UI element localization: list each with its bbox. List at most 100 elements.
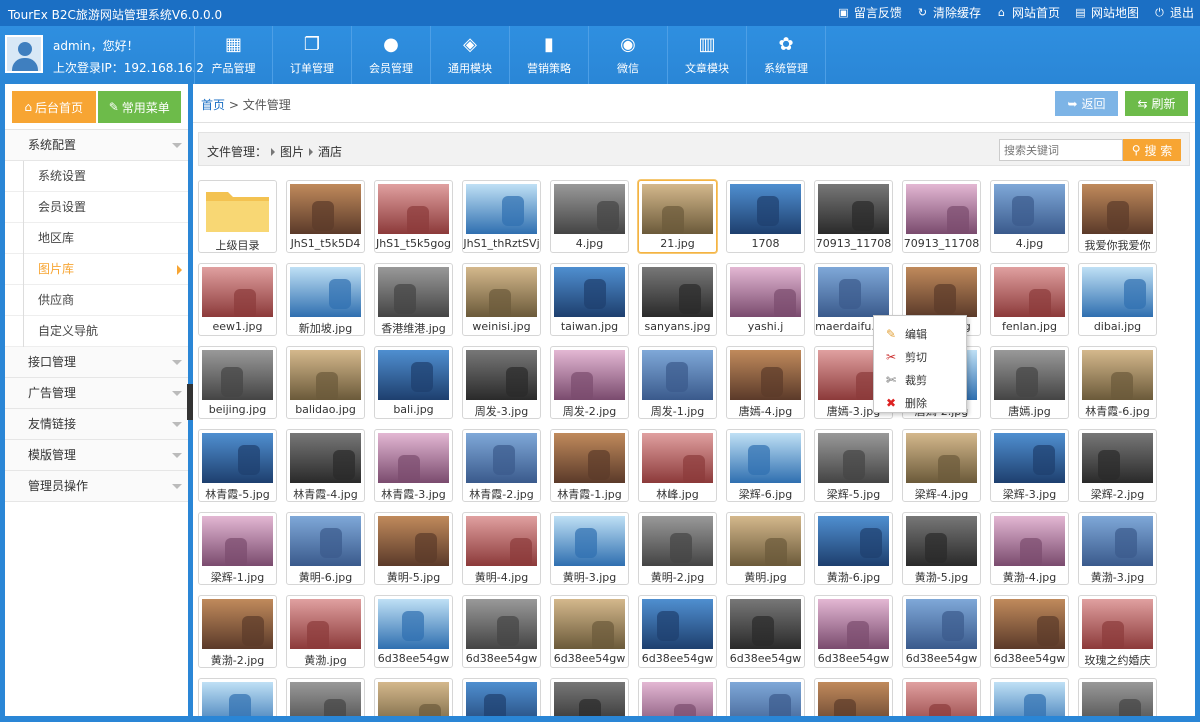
image-tile[interactable]: 黄渤-2.jpg <box>198 595 277 668</box>
image-tile[interactable]: 70913_11708 <box>902 180 981 253</box>
site-home-link[interactable]: ⌂ 网站首页 <box>995 4 1060 21</box>
image-tile[interactable]: 林峰.jpg <box>638 429 717 502</box>
image-tile[interactable]: 唐嫣.jpg <box>990 346 1069 419</box>
image-tile[interactable]: 玫瑰之约婚庆 <box>1078 595 1157 668</box>
image-tile[interactable]: 梁辉-1.jpg <box>198 512 277 585</box>
common-menu-button[interactable]: ✎ 常用菜单 <box>97 91 181 123</box>
image-tile[interactable]: JhS1_thRztSVj <box>462 180 541 253</box>
image-tile[interactable]: 黄渤-4.jpg <box>990 512 1069 585</box>
menu-ads[interactable]: 广告管理 <box>5 378 188 409</box>
image-tile[interactable] <box>198 678 277 716</box>
image-tile[interactable]: 林青霞-1.jpg <box>550 429 629 502</box>
path-segment[interactable]: 酒店 <box>318 143 342 160</box>
menu-templates[interactable]: 模版管理 <box>5 440 188 471</box>
image-tile[interactable]: eew1.jpg <box>198 263 277 336</box>
image-tile[interactable]: yashi.j <box>726 263 805 336</box>
nav-common[interactable]: ◈ 通用模块 <box>431 26 510 84</box>
image-tile[interactable]: 黄渤-3.jpg <box>1078 512 1157 585</box>
image-tile[interactable]: fenlan.jpg <box>990 263 1069 336</box>
image-tile[interactable]: 唐嫣-4.jpg <box>726 346 805 419</box>
image-tile[interactable]: 新加坡.jpg <box>286 263 365 336</box>
image-tile[interactable]: 林青霞-2.jpg <box>462 429 541 502</box>
image-tile[interactable]: 4.jpg <box>990 180 1069 253</box>
image-tile[interactable]: 6d38ee54gw <box>374 595 453 668</box>
image-tile[interactable]: 梁辉-2.jpg <box>1078 429 1157 502</box>
breadcrumb-home[interactable]: 首页 <box>201 98 225 112</box>
image-tile[interactable] <box>286 678 365 716</box>
sidebar-item-system-settings[interactable]: 系统设置 <box>5 161 188 192</box>
search-button[interactable]: ⚲ 搜 索 <box>1123 139 1181 161</box>
image-tile[interactable] <box>990 678 1069 716</box>
admin-home-button[interactable]: ⌂ 后台首页 <box>12 91 96 123</box>
nav-order[interactable]: ❐ 订单管理 <box>273 26 352 84</box>
image-tile[interactable]: 黄渤.jpg <box>286 595 365 668</box>
refresh-button[interactable]: ⇆ 刷新 <box>1125 91 1188 116</box>
nav-system[interactable]: ✿ 系统管理 <box>747 26 826 84</box>
image-tile[interactable]: 6d38ee54gw <box>990 595 1069 668</box>
image-tile[interactable]: 林青霞-5.jpg <box>198 429 277 502</box>
sidebar-item-supplier[interactable]: 供应商 <box>5 285 188 316</box>
context-crop[interactable]: ✄ 裁剪 <box>874 368 966 391</box>
image-tile[interactable]: 6d38ee54gw <box>550 595 629 668</box>
image-tile[interactable]: 6d38ee54gw <box>462 595 541 668</box>
image-tile[interactable]: 梁辉-4.jpg <box>902 429 981 502</box>
menu-links[interactable]: 友情链接 <box>5 409 188 440</box>
site-map-link[interactable]: ▤ 网站地图 <box>1074 4 1139 21</box>
image-tile[interactable]: 黄明-6.jpg <box>286 512 365 585</box>
image-tile[interactable]: 林青霞-3.jpg <box>374 429 453 502</box>
image-tile[interactable]: 4.jpg <box>550 180 629 253</box>
image-tile[interactable]: 周发-2.jpg <box>550 346 629 419</box>
image-tile[interactable]: beijing.jpg <box>198 346 277 419</box>
sidebar-item-region[interactable]: 地区库 <box>5 223 188 254</box>
image-tile[interactable]: bali.jpg <box>374 346 453 419</box>
menu-interface[interactable]: 接口管理 <box>5 347 188 378</box>
image-tile[interactable]: weinisi.jpg <box>462 263 541 336</box>
logout-link[interactable]: ⏻ 退出 <box>1153 4 1194 21</box>
menu-system-config[interactable]: 系统配置 <box>5 130 188 161</box>
clear-cache-link[interactable]: ↻ 清除缓存 <box>916 4 981 21</box>
back-button[interactable]: ➥ 返回 <box>1055 91 1118 116</box>
image-tile[interactable]: 林青霞-4.jpg <box>286 429 365 502</box>
image-tile[interactable]: JhS1_t5k5D4 <box>286 180 365 253</box>
image-tile[interactable]: taiwan.jpg <box>550 263 629 336</box>
image-tile[interactable]: 黄明-3.jpg <box>550 512 629 585</box>
image-tile[interactable]: 香港维港.jpg <box>374 263 453 336</box>
nav-article[interactable]: ▥ 文章模块 <box>668 26 747 84</box>
image-tile[interactable] <box>462 678 541 716</box>
context-delete[interactable]: ✖ 删除 <box>874 391 966 414</box>
image-tile[interactable]: 黄明.jpg <box>726 512 805 585</box>
image-tile[interactable]: dibai.jpg <box>1078 263 1157 336</box>
image-tile[interactable]: 梁辉-6.jpg <box>726 429 805 502</box>
image-tile[interactable]: 6d38ee54gw <box>902 595 981 668</box>
feedback-link[interactable]: ▣ 留言反馈 <box>837 4 902 21</box>
context-edit[interactable]: ✎ 编辑 <box>874 322 966 345</box>
image-tile[interactable]: 黄渤-5.jpg <box>902 512 981 585</box>
image-tile[interactable]: 1708 <box>726 180 805 253</box>
path-segment[interactable]: 图片 <box>280 143 304 160</box>
image-tile[interactable]: 林青霞-6.jpg <box>1078 346 1157 419</box>
image-tile[interactable]: 21.jpg <box>638 180 717 253</box>
image-tile[interactable]: balidao.jpg <box>286 346 365 419</box>
image-tile[interactable]: 6d38ee54gw <box>814 595 893 668</box>
sidebar-item-custom-nav[interactable]: 自定义导航 <box>5 316 188 347</box>
image-tile[interactable]: 梁辉-3.jpg <box>990 429 1069 502</box>
image-tile[interactable]: 梁辉-5.jpg <box>814 429 893 502</box>
image-tile[interactable] <box>638 678 717 716</box>
nav-marketing[interactable]: ▮ 营销策略 <box>510 26 589 84</box>
nav-wechat[interactable]: ◉ 微信 <box>589 26 668 84</box>
image-tile[interactable]: 黄渤-6.jpg <box>814 512 893 585</box>
image-tile[interactable] <box>550 678 629 716</box>
sidebar-item-image-library[interactable]: 图片库 <box>5 254 188 285</box>
image-tile[interactable]: sanyans.jpg <box>638 263 717 336</box>
image-tile[interactable]: 我爱你我爱你 <box>1078 180 1157 253</box>
image-tile[interactable] <box>374 678 453 716</box>
nav-member[interactable]: ● 会员管理 <box>352 26 431 84</box>
search-input[interactable] <box>999 139 1123 161</box>
image-tile[interactable] <box>726 678 805 716</box>
image-tile[interactable]: JhS1_t5k5gog <box>374 180 453 253</box>
image-tile[interactable] <box>902 678 981 716</box>
image-tile[interactable]: 黄明-4.jpg <box>462 512 541 585</box>
image-tile[interactable]: 6d38ee54gw <box>726 595 805 668</box>
image-tile[interactable]: 周发-1.jpg <box>638 346 717 419</box>
image-tile[interactable]: 6d38ee54gw <box>638 595 717 668</box>
